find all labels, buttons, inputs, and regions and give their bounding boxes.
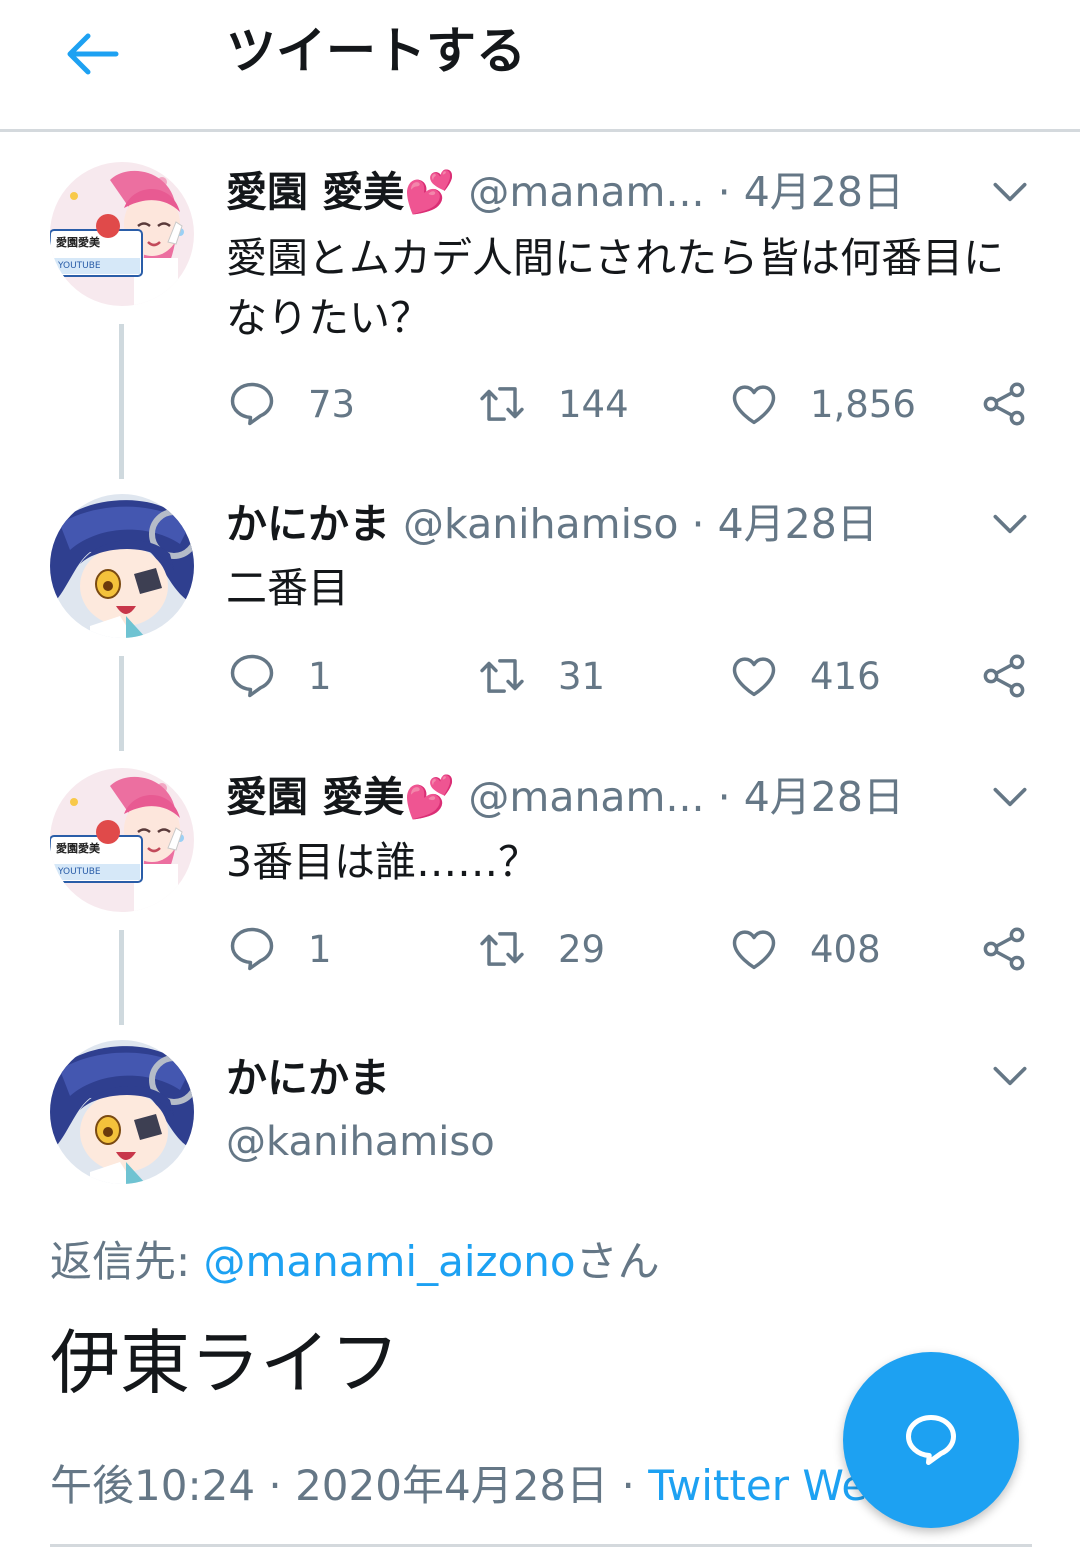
- heart-icon: [728, 650, 780, 702]
- speech-bubble-icon: [226, 923, 278, 975]
- tweet-text: 二番目: [226, 564, 349, 612]
- avatar[interactable]: [50, 162, 194, 306]
- tweet-header: 愛園 愛美💕 @manam... · 4月28日: [226, 164, 904, 220]
- like-button[interactable]: 416: [728, 646, 881, 706]
- user-handle[interactable]: @manam...: [468, 773, 704, 821]
- retweet-icon: [476, 923, 528, 975]
- compose-reply-icon: [906, 1415, 956, 1465]
- display-name[interactable]: 愛園 愛美💕: [226, 168, 455, 216]
- display-name[interactable]: かにかま: [226, 500, 390, 548]
- arrow-left-icon: [67, 33, 119, 75]
- thread-connector-line: [119, 656, 124, 751]
- reply-button[interactable]: 1: [226, 646, 332, 706]
- user-handle[interactable]: @kanihamiso: [226, 1114, 495, 1170]
- tweet-text: 3番目は誰……？: [226, 838, 540, 886]
- tweet-actions: 1 29 408: [226, 919, 1046, 979]
- retweet-icon: [476, 650, 528, 702]
- speech-bubble-icon: [226, 378, 278, 430]
- tweet-date[interactable]: · 4月28日: [718, 168, 904, 216]
- retweet-button[interactable]: 29: [476, 919, 605, 979]
- tweet-text: 愛園とムカデ人間にされたら皆は何番目になりたい？: [226, 234, 1005, 342]
- avatar[interactable]: [50, 1040, 194, 1184]
- speech-bubble-icon: [226, 650, 278, 702]
- tweet-actions: 1 31 416: [226, 646, 1046, 706]
- page-title: ツイートする: [226, 22, 526, 80]
- avatar[interactable]: [50, 494, 194, 638]
- tweet-actions: 73 144 1,856: [226, 374, 1046, 434]
- avatar[interactable]: [50, 768, 194, 912]
- thread-connector-line: [119, 324, 124, 479]
- heart-icon: [728, 923, 780, 975]
- chevron-down-icon[interactable]: [988, 1054, 1032, 1098]
- reply-suffix: さん: [575, 1237, 660, 1286]
- tweet-date[interactable]: · 4月28日: [692, 500, 878, 548]
- reply-prefix: 返信先:: [50, 1237, 204, 1286]
- like-count: 408: [810, 927, 881, 971]
- share-button[interactable]: [978, 919, 1030, 979]
- like-count: 416: [810, 654, 881, 698]
- chevron-down-icon[interactable]: [988, 775, 1032, 819]
- focused-tweet-text: 伊東ライフ: [50, 1322, 400, 1404]
- reply-count: 73: [308, 382, 356, 426]
- tweet-date[interactable]: · 4月28日: [718, 773, 904, 821]
- retweet-icon: [476, 378, 528, 430]
- heart-icon: [728, 378, 780, 430]
- divider: [50, 1544, 1032, 1547]
- share-button[interactable]: [978, 374, 1030, 434]
- retweet-count: 144: [558, 382, 629, 426]
- retweet-button[interactable]: 31: [476, 646, 605, 706]
- like-count: 1,856: [810, 382, 916, 426]
- display-name[interactable]: かにかま: [226, 1050, 390, 1106]
- tweet-header: 愛園 愛美💕 @manam... · 4月28日: [226, 769, 904, 825]
- share-button[interactable]: [978, 646, 1030, 706]
- user-handle[interactable]: @kanihamiso: [403, 500, 678, 548]
- share-icon: [978, 923, 1030, 975]
- tweet-header: かにかま @kanihamiso · 4月28日: [226, 496, 878, 552]
- back-button[interactable]: [56, 24, 128, 84]
- share-icon: [978, 378, 1030, 430]
- retweet-count: 31: [558, 654, 606, 698]
- chevron-down-icon[interactable]: [988, 502, 1032, 546]
- timestamp: 午後10:24 · 2020年4月28日 ·: [50, 1461, 649, 1510]
- like-button[interactable]: 408: [728, 919, 881, 979]
- reply-button[interactable]: 1: [226, 919, 332, 979]
- reply-button[interactable]: 73: [226, 374, 355, 434]
- display-name[interactable]: 愛園 愛美💕: [226, 773, 455, 821]
- like-button[interactable]: 1,856: [728, 374, 916, 434]
- user-handle[interactable]: @manam...: [468, 168, 704, 216]
- top-app-bar: ツイートする: [0, 0, 1080, 132]
- retweet-count: 29: [558, 927, 606, 971]
- reply-count: 1: [308, 927, 332, 971]
- chevron-down-icon[interactable]: [988, 170, 1032, 214]
- replying-to: 返信先: @manami_aizonoさん: [50, 1232, 660, 1292]
- tweet-timestamp: 午後10:24 · 2020年4月28日 · Twitter Web: [50, 1456, 894, 1516]
- retweet-button[interactable]: 144: [476, 374, 629, 434]
- reply-count: 1: [308, 654, 332, 698]
- compose-reply-button[interactable]: [843, 1352, 1019, 1528]
- reply-to-link[interactable]: @manami_aizono: [204, 1237, 576, 1286]
- thread-connector-line: [119, 930, 124, 1025]
- share-icon: [978, 650, 1030, 702]
